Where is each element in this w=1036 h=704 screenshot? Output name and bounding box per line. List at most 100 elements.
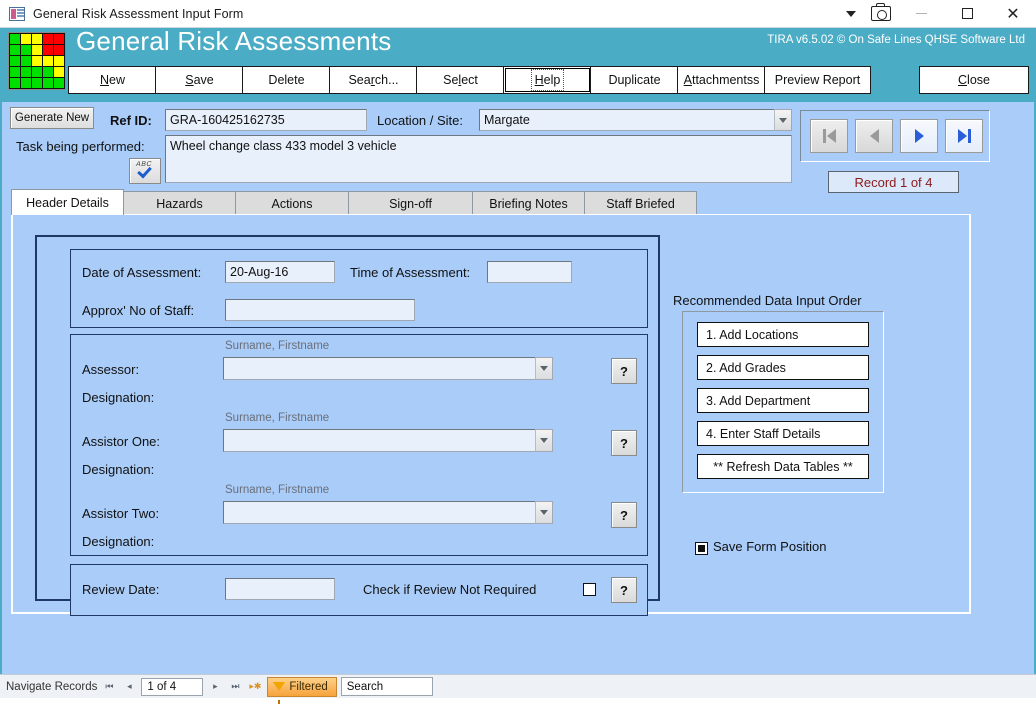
data-input-order-button-1[interactable]: 1. Add Locations (697, 322, 869, 347)
last-record-button[interactable] (945, 119, 983, 153)
location-input[interactable]: Margate (479, 109, 774, 131)
toolbar-search-button[interactable]: Search... (329, 66, 418, 94)
generate-new-button[interactable]: Generate New (10, 107, 94, 129)
assistor-one-input[interactable] (223, 429, 535, 452)
filtered-indicator[interactable]: Filtered (267, 676, 337, 704)
assessor-help-button[interactable]: ? (611, 358, 637, 384)
data-input-order-button-3[interactable]: 3. Add Department (697, 388, 869, 413)
data-input-order-button-2[interactable]: 2. Add Grades (697, 355, 869, 380)
toolbar-save-button[interactable]: Save (155, 66, 244, 94)
tab-hazards[interactable]: Hazards (123, 191, 236, 215)
assistor-two-label: Assistor Two: (82, 506, 160, 521)
time-of-assessment-input[interactable] (487, 261, 572, 283)
toolbar-duplicate-button[interactable]: Duplicate (590, 66, 679, 94)
toolbar-attachmentss-button[interactable]: Attachmentss (677, 66, 766, 94)
tab-label: Actions (271, 196, 313, 211)
status-last-record-button[interactable]: ⏭ (227, 678, 243, 696)
risk-matrix-cell (32, 78, 42, 88)
risk-matrix-cell (10, 34, 20, 44)
ref-id-input[interactable]: GRA-160425162735 (165, 109, 367, 131)
data-input-order-button-label: 2. Add Grades (706, 360, 786, 375)
assistor-two-input[interactable] (223, 501, 535, 524)
date-of-assessment-input[interactable]: 20-Aug-16 (225, 261, 335, 283)
filtered-label: Filtered (289, 680, 328, 693)
toolbar-preview-report-button[interactable]: Preview Report (764, 66, 871, 94)
ref-id-label: Ref ID: (110, 113, 152, 128)
status-new-record-button[interactable]: ▸✱ (247, 678, 263, 696)
chevron-down-icon[interactable] (774, 109, 792, 131)
risk-matrix-cell (21, 67, 31, 77)
assistor-one-combo[interactable] (223, 429, 553, 452)
titlebar-dropdown-button[interactable] (838, 0, 864, 28)
tab-label: Staff Briefed (606, 196, 675, 211)
status-first-record-button[interactable]: ⏮ (101, 678, 117, 696)
status-next-record-button[interactable]: ▸ (207, 678, 223, 696)
toolbar-close-button[interactable]: Close (919, 66, 1029, 94)
first-record-button[interactable] (810, 119, 848, 153)
next-record-button[interactable] (900, 119, 938, 153)
tab-actions[interactable]: Actions (235, 191, 349, 215)
chevron-down-icon[interactable] (535, 357, 553, 380)
chevron-down-icon[interactable] (535, 429, 553, 452)
risk-matrix-cell (54, 67, 64, 77)
tab-briefing-notes[interactable]: Briefing Notes (472, 191, 585, 215)
assistor-one-help-button[interactable]: ? (611, 430, 637, 456)
save-form-position-checkbox[interactable] (695, 542, 708, 555)
toolbar-button-label: Close (958, 73, 990, 87)
risk-matrix-cell (32, 34, 42, 44)
review-date-input[interactable] (225, 578, 335, 600)
tab-label: Sign-off (389, 196, 432, 211)
location-label: Location / Site: (377, 113, 463, 128)
task-textarea[interactable]: Wheel change class 433 model 3 vehicle (165, 135, 792, 183)
toolbar-button-label: Preview Report (774, 73, 861, 87)
toolbar-new-button[interactable]: New (68, 66, 157, 94)
data-input-order-button-4[interactable]: 4. Enter Staff Details (697, 421, 869, 446)
toolbar-delete-button[interactable]: Delete (242, 66, 331, 94)
location-combo[interactable]: Margate (479, 109, 792, 131)
toolbar-help-button[interactable]: Help (503, 66, 592, 94)
toolbar-select-button[interactable]: Select (416, 66, 505, 94)
tab-header-details[interactable]: Header Details (11, 189, 124, 215)
assistor-one-name-hint: Surname, Firstname (225, 412, 330, 424)
task-label: Task being performed: (16, 139, 145, 154)
risk-matrix-cell (21, 45, 31, 55)
app-icon (9, 6, 25, 21)
minimize-button[interactable] (898, 0, 944, 28)
screenshot-camera-button[interactable] (864, 0, 898, 28)
risk-matrix-cell (10, 78, 20, 88)
risk-matrix-cell (10, 45, 20, 55)
spellcheck-button[interactable]: ABC (129, 158, 161, 184)
assessor-combo[interactable] (223, 357, 553, 380)
data-input-order-button-label: ** Refresh Data Tables ** (713, 459, 853, 474)
review-help-button[interactable]: ? (611, 577, 637, 603)
data-input-order-button-5[interactable]: ** Refresh Data Tables ** (697, 454, 869, 479)
toolbar-button-label: Search... (348, 73, 399, 87)
risk-matrix-cell (43, 78, 53, 88)
approx-staff-input[interactable] (225, 299, 415, 321)
risk-matrix-cell (54, 56, 64, 66)
assessor-name-hint: Surname, Firstname (225, 340, 330, 352)
risk-matrix-cell (21, 56, 31, 66)
chevron-down-icon[interactable] (535, 501, 553, 524)
assistor-two-help-button[interactable]: ? (611, 502, 637, 528)
assistor-two-combo[interactable] (223, 501, 553, 524)
status-record-counter[interactable]: 1 of 4 (141, 677, 204, 696)
search-input[interactable]: Search (340, 677, 433, 696)
tab-staff-briefed[interactable]: Staff Briefed (584, 191, 697, 215)
tab-sign-off[interactable]: Sign-off (348, 191, 473, 215)
review-not-required-checkbox[interactable] (583, 583, 596, 596)
status-previous-record-button[interactable]: ◂ (121, 678, 137, 696)
assessor-input[interactable] (223, 357, 535, 380)
previous-record-icon (869, 129, 879, 143)
toolbar-button-label: New (99, 73, 125, 87)
previous-record-button[interactable] (855, 119, 893, 153)
assessment-details-group: Date of Assessment: 20-Aug-16 Time of As… (35, 235, 660, 616)
chevron-down-icon (846, 10, 856, 17)
risk-matrix-cell (32, 45, 42, 55)
window-controls: ✕ (838, 0, 1036, 28)
maximize-button[interactable] (944, 0, 990, 28)
close-button[interactable]: ✕ (990, 0, 1036, 28)
risk-matrix-cell (10, 67, 20, 77)
risk-matrix-logo (8, 32, 66, 90)
assessor-label: Assessor: (82, 362, 140, 377)
